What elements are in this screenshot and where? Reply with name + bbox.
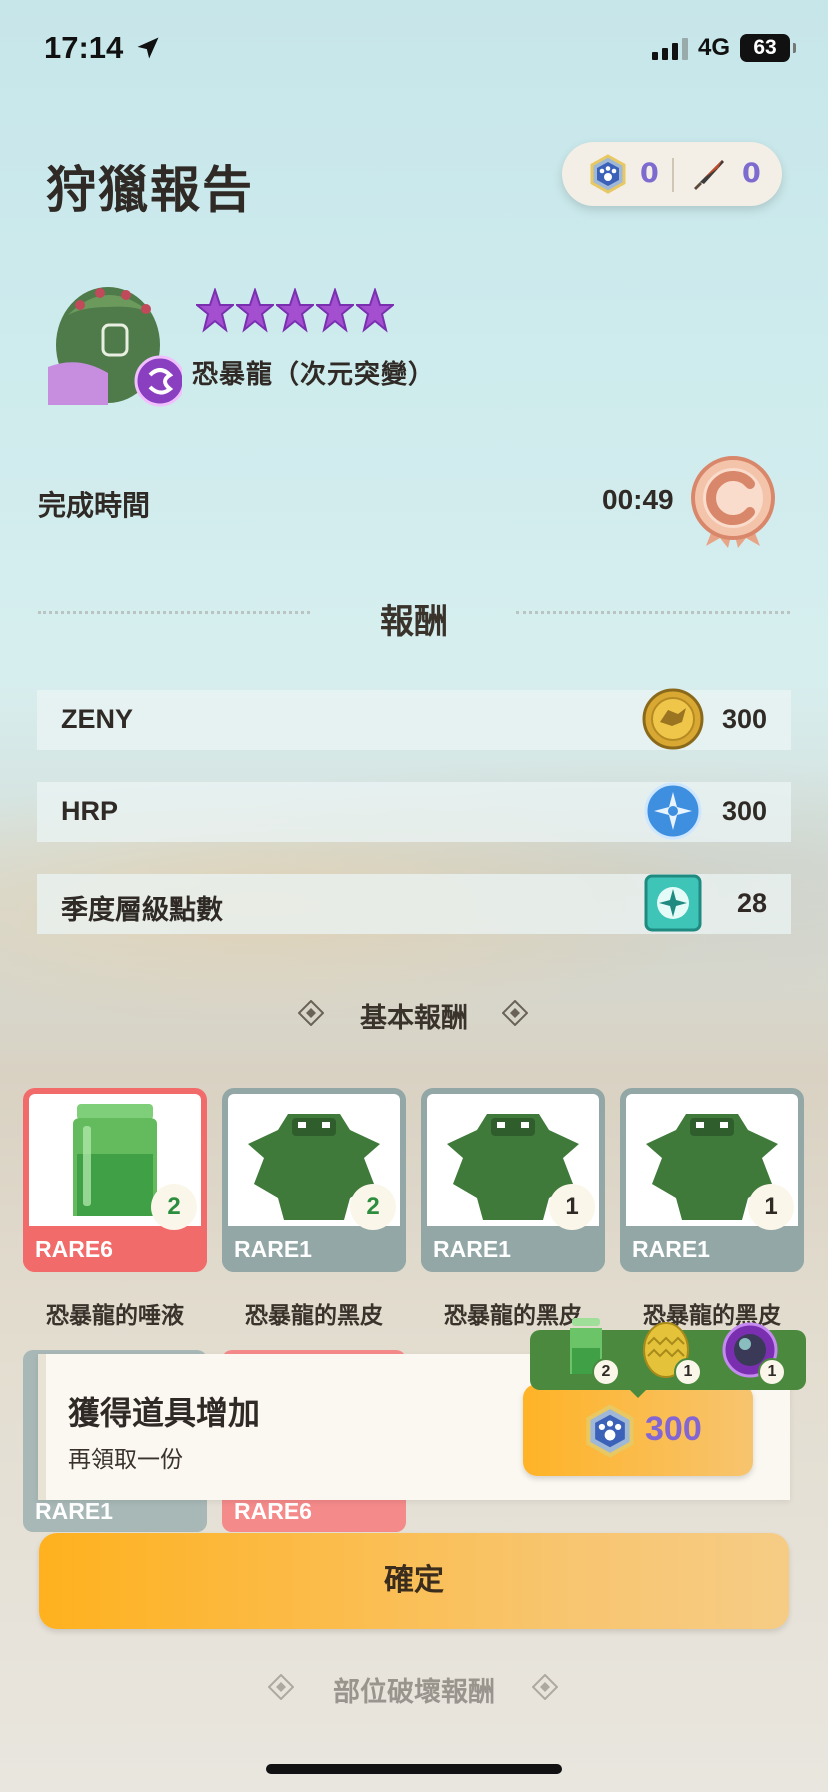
currency-divider bbox=[672, 158, 674, 192]
popup-accent-bar bbox=[38, 1354, 46, 1500]
network-label: 4G bbox=[698, 34, 731, 61]
rarity-label: RARE6 bbox=[23, 1226, 207, 1272]
rank-c-badge-icon bbox=[691, 456, 775, 548]
claim-cost: 300 bbox=[645, 1410, 702, 1448]
home-indicator[interactable] bbox=[266, 1764, 562, 1774]
item-count-badge: 2 bbox=[350, 1184, 396, 1230]
completion-time-label: 完成時間 bbox=[38, 489, 151, 522]
star-icon bbox=[316, 288, 354, 333]
item-count-badge: 1 bbox=[748, 1184, 794, 1230]
status-time: 17:14 bbox=[44, 30, 124, 65]
star-icon bbox=[236, 288, 274, 333]
star-icon bbox=[356, 288, 394, 333]
part-break-rewards-title: 部位破壞報酬 bbox=[333, 1677, 495, 1708]
bonus-count-badge: 1 bbox=[674, 1358, 702, 1386]
basic-rewards-title: 基本報酬 bbox=[360, 1003, 468, 1034]
season-tier-icon bbox=[644, 874, 702, 932]
signal-icon bbox=[652, 38, 688, 60]
item-name: 恐暴龍的唾液 bbox=[46, 1303, 184, 1329]
diamond-ornament-icon bbox=[502, 1000, 528, 1026]
item-count-badge: 2 bbox=[151, 1184, 197, 1230]
star-icon bbox=[196, 288, 234, 333]
bonus-items-bar: 2 1 1 bbox=[530, 1318, 806, 1390]
divider-right bbox=[516, 611, 790, 614]
popup-subtitle: 再領取一份 bbox=[68, 1447, 183, 1473]
completion-time-value: 00:49 bbox=[602, 484, 674, 515]
pawn-ticket-icon bbox=[590, 154, 626, 194]
item-card[interactable]: RARE1 2 bbox=[222, 1088, 406, 1272]
item-name: 恐暴龍的黑皮 bbox=[245, 1303, 383, 1329]
reward-label: HRP bbox=[61, 796, 119, 826]
item-card[interactable]: RARE6 2 bbox=[23, 1088, 207, 1272]
reward-row-hrp: HRP 300 bbox=[37, 782, 791, 842]
rarity-label: RARE1 bbox=[222, 1226, 406, 1272]
hrp-icon bbox=[644, 782, 702, 840]
reward-value: 300 bbox=[721, 796, 767, 826]
bonus-count-badge: 1 bbox=[758, 1358, 786, 1386]
rarity-label: RARE1 bbox=[620, 1226, 804, 1272]
pawn-ticket-count: 0 bbox=[640, 158, 659, 189]
reward-value: 300 bbox=[721, 704, 767, 734]
reward-label: ZENY bbox=[61, 704, 134, 734]
diamond-ornament-icon bbox=[532, 1674, 558, 1700]
rarity-label: RARE1 bbox=[421, 1226, 605, 1272]
bonus-bar-pointer bbox=[626, 1386, 650, 1398]
location-arrow-icon bbox=[137, 37, 159, 59]
monster-portrait-icon bbox=[48, 287, 182, 407]
knife-icon bbox=[694, 160, 724, 190]
item-card[interactable]: RARE1 1 bbox=[421, 1088, 605, 1272]
bonus-count-badge: 2 bbox=[592, 1358, 620, 1386]
pawn-ticket-icon bbox=[586, 1404, 634, 1458]
reward-value: 28 bbox=[736, 888, 767, 918]
item-card[interactable]: RARE1 1 bbox=[620, 1088, 804, 1272]
rewards-title: 報酬 bbox=[380, 602, 448, 642]
knife-count: 0 bbox=[742, 158, 761, 189]
reward-row-season-points: 季度層級點數 28 bbox=[37, 874, 791, 934]
battery-indicator: 63 bbox=[740, 34, 796, 62]
page-title: 狩獵報告 bbox=[46, 161, 254, 219]
reward-row-zeny: ZENY 300 bbox=[37, 688, 791, 750]
reward-label: 季度層級點數 bbox=[61, 895, 223, 925]
star-rating bbox=[196, 288, 394, 336]
popup-title: 獲得道具增加 bbox=[68, 1394, 261, 1432]
star-icon bbox=[276, 288, 314, 333]
confirm-button[interactable]: 確定 bbox=[39, 1533, 789, 1629]
monster-name: 恐暴龍（次元突變） bbox=[192, 360, 436, 390]
zeny-coin-icon bbox=[642, 688, 704, 750]
item-count-badge: 1 bbox=[549, 1184, 595, 1230]
